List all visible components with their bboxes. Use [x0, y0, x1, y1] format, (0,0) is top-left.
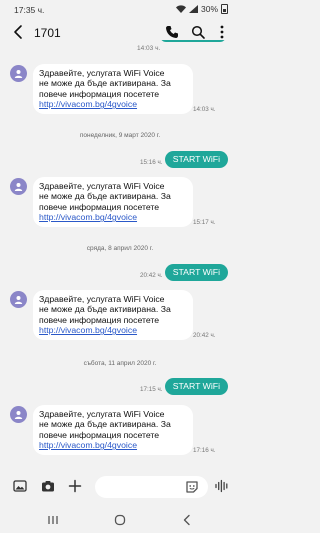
message-line: Здравейте, услугата WiFi Voice: [39, 181, 165, 191]
message-time: 15:16 ч.: [140, 159, 163, 166]
status-bar: 17:35 ч. 30%: [0, 0, 240, 18]
message-bubble[interactable]: Здравейте, услугата WiFi Voice не може д…: [33, 177, 193, 227]
message-time: 17:15 ч.: [140, 386, 163, 393]
recent-apps-icon[interactable]: [46, 513, 60, 527]
status-right: 30%: [175, 4, 228, 14]
person-icon: [14, 411, 23, 419]
search-icon[interactable]: [190, 24, 206, 40]
status-time: 17:35 ч.: [14, 5, 45, 15]
avatar[interactable]: [10, 406, 27, 423]
message-line: Здравейте, услугата WiFi Voice: [39, 294, 165, 304]
camera-icon[interactable]: [40, 478, 56, 494]
date-separator: сряда, 8 април 2020 г.: [86, 245, 154, 252]
message-time: 14:03 ч.: [137, 45, 161, 52]
message-input[interactable]: [103, 476, 183, 498]
message-line: повече информация посетете: [39, 429, 160, 440]
message-time: 17:16 ч.: [193, 447, 216, 454]
person-icon: [14, 70, 23, 78]
message-line: не може да бъде активирана. За: [39, 78, 171, 89]
message-line: Здравейте, услугата WiFi Voice: [39, 409, 165, 419]
message-list[interactable]: 14:03 ч. Здравейте, услугата WiFi Voice …: [0, 40, 240, 466]
back-icon[interactable]: [180, 513, 194, 527]
date-separator: понеделник, 9 март 2020 г.: [79, 132, 161, 139]
avatar[interactable]: [10, 291, 27, 308]
system-nav-bar: [0, 505, 240, 533]
composer-bar: [0, 469, 240, 503]
avatar[interactable]: [10, 65, 27, 82]
battery-icon: [221, 4, 228, 14]
message-input-field[interactable]: [95, 476, 208, 498]
message-line: не може да бъде активирана. За: [39, 304, 171, 315]
message-line: не може да бъде активирана. За: [39, 419, 171, 430]
outgoing-bubble-partial: [160, 40, 226, 42]
person-icon: [14, 183, 23, 191]
message-bubble[interactable]: Здравейте, услугата WiFi Voice не може д…: [33, 405, 193, 455]
signal-icon: [188, 5, 198, 13]
person-icon: [14, 296, 23, 304]
message-line: повече информация посетете: [39, 201, 160, 212]
message-link[interactable]: http://vivacom.bg/4gvoice: [39, 325, 185, 335]
message-time: 20:42 ч.: [193, 332, 216, 339]
message-line: повече информация посетете: [39, 314, 160, 325]
wifi-icon: [175, 5, 186, 13]
gallery-icon[interactable]: [12, 478, 28, 494]
message-bubble[interactable]: Здравейте, услугата WiFi Voice не може д…: [33, 64, 193, 114]
message-time: 14:03 ч.: [193, 106, 216, 113]
message-link[interactable]: http://vivacom.bg/4gvoice: [39, 212, 185, 222]
more-vert-icon[interactable]: [214, 24, 230, 40]
avatar[interactable]: [10, 178, 27, 195]
outgoing-message: 17:15 ч. START WiFi: [0, 378, 240, 396]
back-arrow-icon[interactable]: [10, 23, 28, 41]
message-line: повече информация посетете: [39, 88, 160, 99]
outgoing-message: 20:42 ч. START WiFi: [0, 264, 240, 282]
voice-icon[interactable]: [214, 478, 230, 494]
home-icon[interactable]: [113, 513, 127, 527]
add-icon[interactable]: [67, 478, 83, 494]
message-bubble-outgoing[interactable]: START WiFi: [164, 151, 228, 168]
message-link[interactable]: http://vivacom.bg/4gvoice: [39, 99, 185, 109]
message-bubble-outgoing[interactable]: START WiFi: [164, 264, 228, 281]
phone-icon[interactable]: [164, 24, 180, 40]
message-time: 15:17 ч.: [193, 219, 216, 226]
message-time: 20:42 ч.: [140, 272, 163, 279]
outgoing-message: 15:16 ч. START WiFi: [0, 151, 240, 169]
message-line: не може да бъде активирана. За: [39, 191, 171, 202]
contact-name: 1701: [34, 26, 61, 40]
date-separator: събота, 11 април 2020 г.: [83, 360, 157, 367]
sticker-icon[interactable]: [184, 479, 200, 495]
message-link[interactable]: http://vivacom.bg/4gvoice: [39, 440, 185, 450]
battery-percent: 30%: [200, 4, 218, 14]
message-bubble[interactable]: Здравейте, услугата WiFi Voice не може д…: [33, 290, 193, 340]
message-line: Здравейте, услугата WiFi Voice: [39, 68, 165, 78]
message-bubble-outgoing[interactable]: START WiFi: [164, 378, 228, 395]
